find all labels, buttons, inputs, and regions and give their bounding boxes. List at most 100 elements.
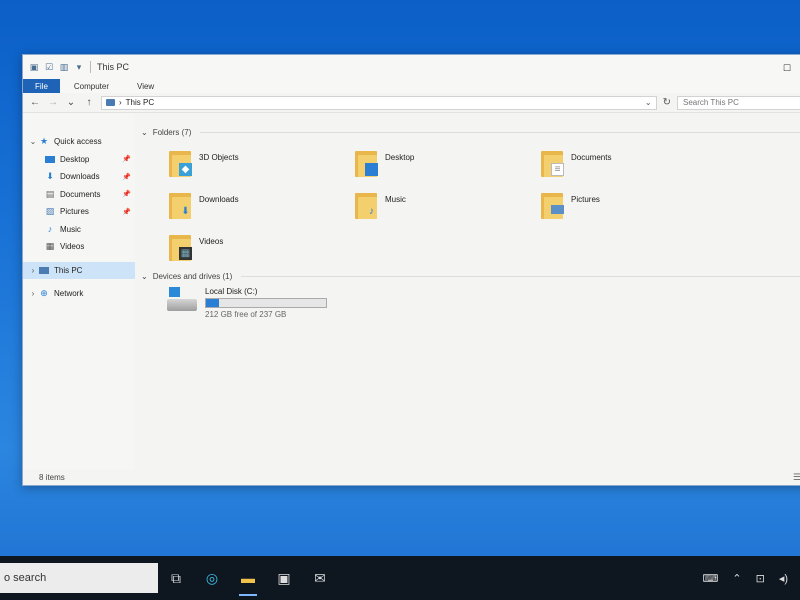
- task-view-icon[interactable]: ⧉: [158, 556, 194, 600]
- collapse-chevron-icon[interactable]: ⌄: [141, 128, 148, 137]
- store-icon[interactable]: ▣: [266, 556, 302, 600]
- maximize-icon[interactable]: ☐: [783, 63, 791, 74]
- drive-name: Local Disk (C:): [205, 287, 258, 296]
- collapse-chevron-icon[interactable]: ⌄: [141, 272, 148, 281]
- search-input[interactable]: [683, 98, 795, 107]
- edge-browser-icon[interactable]: ◎: [194, 556, 230, 600]
- drives-header-label: Devices and drives (1): [152, 271, 233, 281]
- drive-free-space: 212 GB free of 237 GB: [205, 310, 287, 319]
- network-tray-icon[interactable]: ⊡: [756, 572, 765, 585]
- music-icon: ♪: [47, 224, 53, 235]
- folder-desktop[interactable]: Desktop: [355, 149, 414, 179]
- nav-desktop[interactable]: Desktop 📌: [23, 151, 135, 169]
- nav-label: Documents: [60, 189, 101, 199]
- nav-quick-access[interactable]: ⌄ ★ Quick access: [23, 133, 135, 151]
- window-controls: ☐: [783, 63, 791, 74]
- taskbar: o search ⧉ ◎ ▬ ▣ ✉ ⌨ ⌃ ⊡ ◂): [0, 556, 800, 600]
- nav-label: Downloads: [60, 172, 100, 182]
- star-icon: ★: [39, 136, 49, 147]
- pictures-folder-icon: [541, 191, 565, 221]
- music-folder-icon: ♪: [355, 191, 379, 221]
- nav-this-pc[interactable]: › This PC: [23, 261, 135, 279]
- documents-icon: ▤: [45, 188, 55, 199]
- file-explorer-taskbar-icon[interactable]: ▬: [230, 556, 266, 600]
- folder-3d-objects[interactable]: ◆ 3D Objects: [169, 149, 239, 179]
- nav-label: Pictures: [60, 207, 89, 217]
- this-pc-icon: [106, 99, 115, 106]
- status-bar: 8 items ☰: [23, 469, 800, 485]
- folder-music[interactable]: ♪ Music: [355, 191, 406, 221]
- drive-usage-bar: [205, 298, 327, 308]
- item-count: 8 items: [39, 472, 65, 482]
- pictures-icon: ▨: [45, 206, 55, 217]
- nav-downloads[interactable]: ⬇ Downloads 📌: [23, 168, 135, 186]
- title-bar: ▣ ☑ ▥ ▾ This PC ☐: [23, 55, 800, 79]
- tab-computer[interactable]: Computer: [60, 79, 123, 93]
- content-pane: ⌄ Folders (7) ◆ 3D Objects Desktop ≡ Doc…: [135, 113, 800, 469]
- folders-header-label: Folders (7): [152, 127, 192, 137]
- expand-chevron-icon[interactable]: ›: [27, 266, 39, 275]
- tab-view[interactable]: View: [123, 79, 168, 93]
- nav-music[interactable]: ♪ Music: [23, 221, 135, 239]
- pin-icon: 📌: [122, 191, 131, 199]
- mail-icon[interactable]: ✉: [302, 556, 338, 600]
- refresh-icon[interactable]: ↻: [663, 97, 671, 108]
- folders-grid: ◆ 3D Objects Desktop ≡ Documents ⬇ Downl…: [141, 139, 800, 269]
- expand-chevron-icon[interactable]: ›: [27, 289, 39, 298]
- hard-drive-icon: [167, 287, 197, 313]
- nav-documents[interactable]: ▤ Documents 📌: [23, 186, 135, 204]
- videos-icon: ▦: [45, 241, 55, 252]
- drive-local-disk-c[interactable]: Local Disk (C:) 212 GB free of 237 GB: [167, 287, 327, 319]
- this-pc-icon: ▣: [29, 61, 39, 72]
- folder-downloads[interactable]: ⬇ Downloads: [169, 191, 239, 221]
- nav-label: Quick access: [54, 137, 102, 147]
- new-folder-icon[interactable]: ▥: [59, 62, 69, 72]
- folder-documents[interactable]: ≡ Documents: [541, 149, 611, 179]
- folders-group-header[interactable]: ⌄ Folders (7): [141, 125, 800, 139]
- folder-label: Downloads: [199, 195, 239, 204]
- pin-icon: 📌: [122, 173, 131, 181]
- desktop-icon: [45, 155, 55, 163]
- nav-pictures[interactable]: ▨ Pictures 📌: [23, 203, 135, 221]
- desktop-folder-icon: [355, 149, 379, 179]
- taskbar-search-box[interactable]: o search: [0, 563, 158, 593]
- title-separator: [90, 61, 91, 73]
- 3d-objects-folder-icon: ◆: [169, 149, 193, 179]
- drive-usage-fill: [206, 299, 219, 307]
- file-explorer-window: ▣ ☑ ▥ ▾ This PC ☐ File Computer View ← →…: [22, 54, 800, 486]
- folder-pictures[interactable]: Pictures: [541, 191, 600, 221]
- up-arrow-icon[interactable]: ↑: [83, 97, 95, 108]
- folder-label: Videos: [199, 237, 224, 246]
- back-arrow-icon[interactable]: ←: [29, 97, 41, 108]
- downloads-folder-icon: ⬇: [169, 191, 193, 221]
- navigation-pane: ⌄ ★ Quick access Desktop 📌 ⬇ Downloads 📌…: [23, 113, 135, 469]
- customize-toolbar-icon[interactable]: ▾: [74, 62, 84, 72]
- folder-label: Pictures: [571, 195, 600, 204]
- nav-videos[interactable]: ▦ Videos: [23, 238, 135, 256]
- nav-network[interactable]: › ⊕ Network: [23, 285, 135, 303]
- address-dropdown-icon[interactable]: ⌄: [645, 98, 652, 107]
- drives-group-header[interactable]: ⌄ Devices and drives (1): [141, 269, 800, 283]
- forward-arrow-icon[interactable]: →: [47, 97, 59, 108]
- nav-label: Network: [54, 289, 84, 299]
- nav-label: Desktop: [60, 154, 90, 164]
- quick-access-toolbar: ▣ ☑ ▥ ▾: [29, 62, 84, 72]
- network-icon: ⊕: [40, 288, 48, 299]
- details-view-icon[interactable]: ☰: [793, 472, 800, 483]
- address-field[interactable]: › This PC ⌄: [101, 95, 657, 110]
- properties-icon[interactable]: ☑: [44, 62, 54, 72]
- tray-chevron-up-icon[interactable]: ⌃: [732, 572, 741, 585]
- folder-videos[interactable]: ▦ Videos: [169, 233, 223, 263]
- breadcrumb-chevron-icon[interactable]: ›: [119, 98, 122, 107]
- folder-label: Desktop: [385, 153, 415, 162]
- system-tray: ⌨ ⌃ ⊡ ◂): [702, 572, 800, 585]
- pin-icon: 📌: [122, 156, 131, 164]
- nav-label: Music: [60, 224, 81, 234]
- tab-file[interactable]: File: [23, 79, 60, 93]
- keyboard-icon[interactable]: ⌨: [702, 572, 718, 585]
- volume-icon[interactable]: ◂): [779, 572, 788, 585]
- expand-chevron-icon[interactable]: ⌄: [27, 137, 39, 146]
- recent-locations-chevron-icon[interactable]: ⌄: [65, 97, 77, 108]
- search-box[interactable]: [677, 95, 800, 110]
- breadcrumb-this-pc[interactable]: This PC: [126, 98, 154, 107]
